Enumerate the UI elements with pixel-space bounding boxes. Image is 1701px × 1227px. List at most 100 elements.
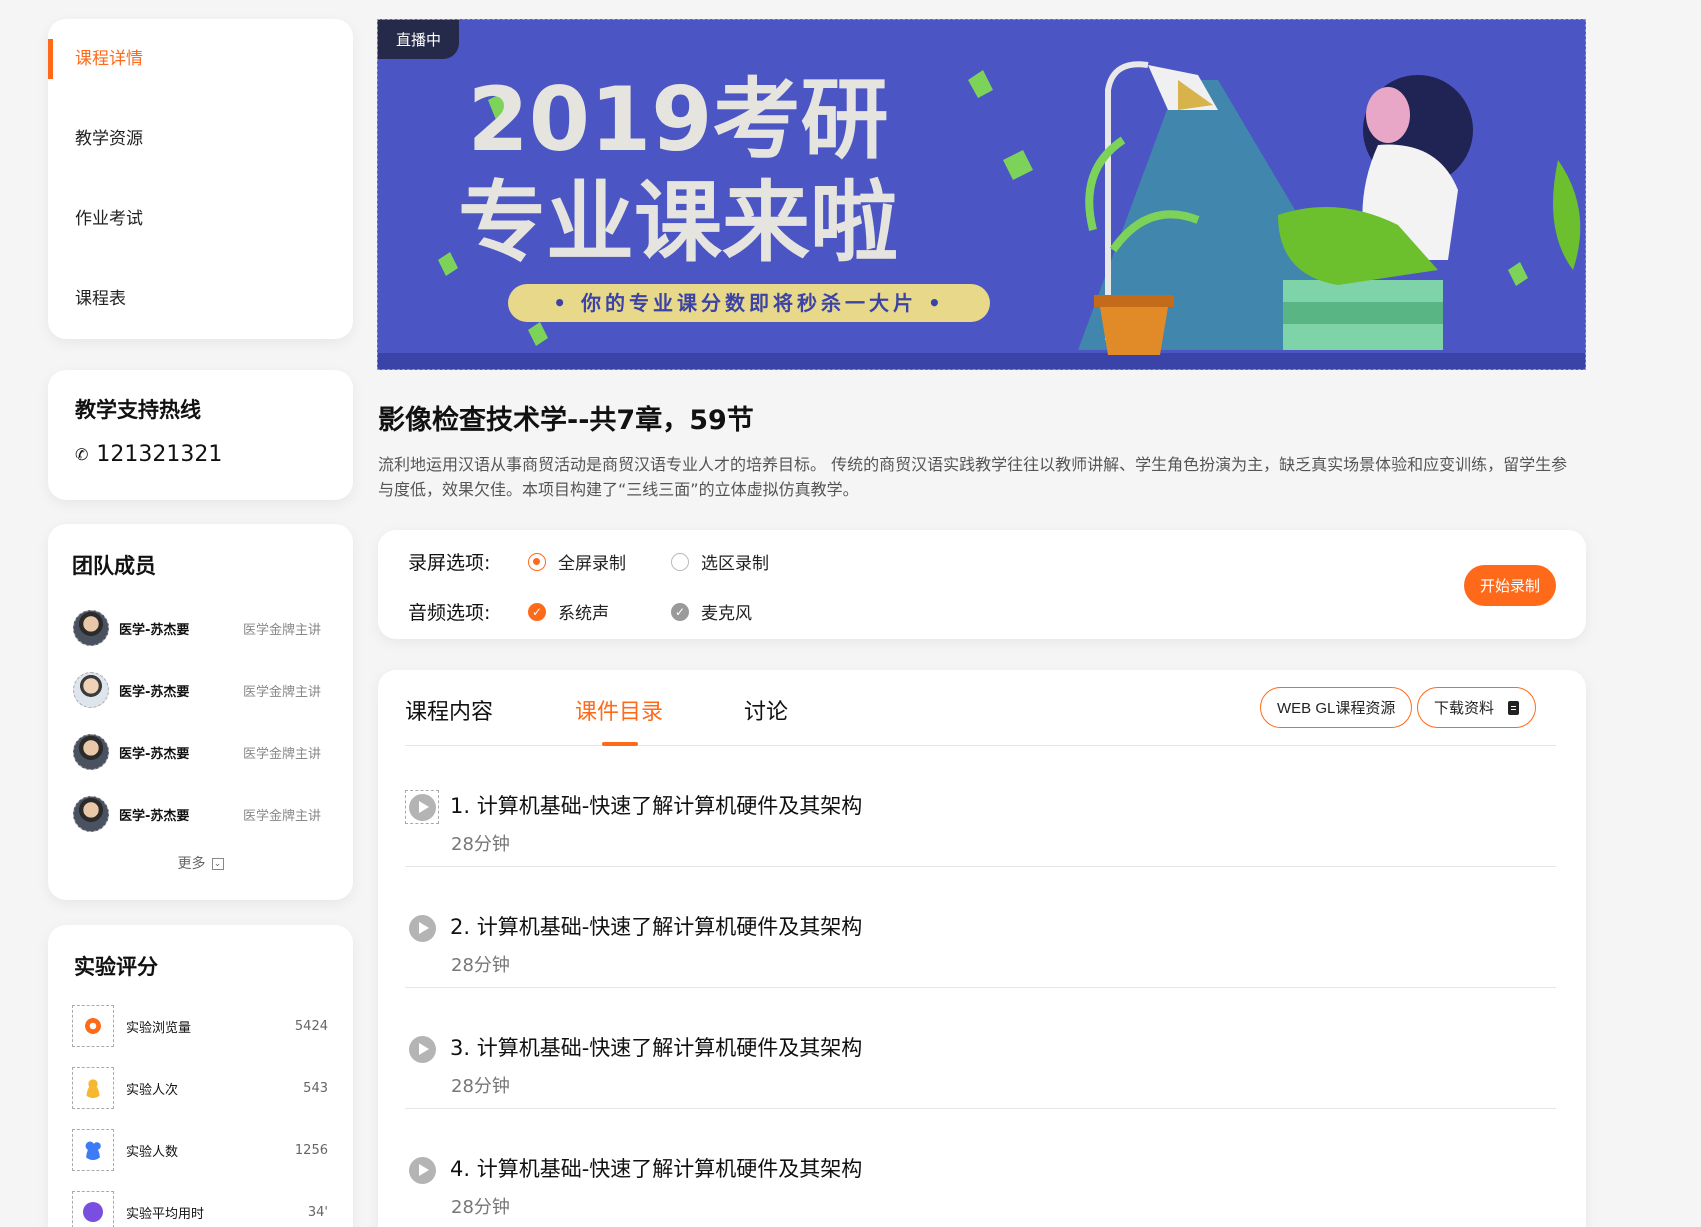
webgl-resources-button[interactable]: WEB GL课程资源: [1260, 687, 1413, 728]
radio-unchecked-icon: [671, 552, 689, 571]
tab-course-content[interactable]: 课程内容: [405, 694, 493, 726]
content-tabs: 课程内容 课件目录 讨论 WEB GL课程资源 下载资料: [405, 670, 1556, 746]
stats-card: 实验评分 实验浏览量 5424 实验人次 543 实验人数 1256 实验平均用…: [48, 925, 353, 1227]
document-icon: [1508, 700, 1520, 715]
sidebar-item-homework-exam[interactable]: 作业考试: [48, 199, 353, 279]
person-icon: [72, 1067, 114, 1109]
stats-list: 实验浏览量 5424 实验人次 543 实验人数 1256 实验平均用时 34': [72, 995, 328, 1227]
lesson-item[interactable]: 4. 计算机基础-快速了解计算机硬件及其架构 28分钟: [405, 1109, 1556, 1227]
audio-options-label: 音频选项:: [408, 602, 491, 624]
radio-checked-icon: [528, 552, 546, 571]
stat-value: 34': [307, 1204, 328, 1220]
eye-icon: [72, 1005, 114, 1047]
screen-options-row: 录屏选项: 全屏录制 选区录制: [408, 548, 769, 575]
record-options-card: 录屏选项: 全屏录制 选区录制 音频选项: ✓ 系统声 ✓ 麦克风 开始录制: [378, 530, 1586, 639]
check-off-icon: ✓: [671, 602, 689, 621]
stat-row: 实验人数 1256: [72, 1119, 328, 1181]
sidebar-item-teaching-resources[interactable]: 教学资源: [48, 119, 353, 199]
team-card: 团队成员 医学-苏杰要 医学金牌主讲 医学-苏杰要 医学金牌主讲 医学-苏杰要 …: [48, 524, 353, 900]
fullscreen-record-radio[interactable]: 全屏录制: [528, 549, 671, 574]
lesson-title: 3. 计算机基础-快速了解计算机硬件及其架构: [450, 1036, 863, 1060]
stat-row: 实验人次 543: [72, 1057, 328, 1119]
screen-options-label: 录屏选项:: [408, 552, 491, 574]
system-audio-label: 系统声: [558, 604, 609, 624]
lesson-item[interactable]: 2. 计算机基础-快速了解计算机硬件及其架构 28分钟: [405, 867, 1556, 988]
stat-row: 实验平均用时 34': [72, 1181, 328, 1227]
download-materials-label: 下载资料: [1434, 700, 1495, 717]
stats-title: 实验评分: [74, 955, 158, 979]
stat-row: 实验浏览量 5424: [72, 995, 328, 1057]
member-role: 医学金牌主讲: [243, 684, 322, 700]
stat-label: 实验人数: [126, 1144, 179, 1160]
lesson-duration: 28分钟: [451, 955, 510, 976]
more-label: 更多: [177, 856, 206, 872]
member-role: 医学金牌主讲: [243, 808, 322, 824]
member-name: 医学-苏杰要: [119, 808, 190, 824]
team-member[interactable]: 医学-苏杰要 医学金牌主讲: [73, 597, 328, 659]
stat-label: 实验浏览量: [126, 1020, 192, 1036]
more-button[interactable]: 更多 ⌄: [73, 853, 328, 873]
hotline-title: 教学支持热线: [75, 398, 201, 422]
avatar: [73, 796, 109, 832]
region-record-radio[interactable]: 选区录制: [671, 549, 769, 574]
play-icon[interactable]: [405, 1032, 439, 1066]
avatar: [73, 610, 109, 646]
banner-headline-1: 2019考研: [468, 68, 889, 171]
member-name: 医学-苏杰要: [119, 684, 190, 700]
lesson-title: 1. 计算机基础-快速了解计算机硬件及其架构: [450, 794, 863, 818]
clock-icon: [72, 1191, 114, 1227]
tab-discussion[interactable]: 讨论: [744, 694, 788, 726]
team-member-list: 医学-苏杰要 医学金牌主讲 医学-苏杰要 医学金牌主讲 医学-苏杰要 医学金牌主…: [73, 597, 328, 845]
member-role: 医学金牌主讲: [243, 622, 322, 638]
lesson-title: 4. 计算机基础-快速了解计算机硬件及其架构: [450, 1157, 863, 1181]
lesson-duration: 28分钟: [451, 1197, 510, 1218]
stat-value: 1256: [294, 1142, 328, 1158]
fullscreen-record-label: 全屏录制: [558, 554, 626, 574]
microphone-label: 麦克风: [701, 604, 752, 624]
system-audio-checkbox[interactable]: ✓ 系统声: [528, 599, 671, 624]
play-icon[interactable]: [405, 911, 439, 945]
course-description: 流利地运用汉语从事商贸活动是商贸汉语专业人才的培养目标。 传统的商贸汉语实践教学…: [378, 455, 1568, 499]
stat-label: 实验人次: [126, 1082, 179, 1098]
lesson-duration: 28分钟: [451, 1076, 510, 1097]
webgl-resources-label: WEB GL课程资源: [1277, 700, 1396, 717]
tab-courseware-catalog[interactable]: 课件目录: [575, 694, 663, 726]
region-record-label: 选区录制: [701, 554, 769, 574]
avatar: [73, 672, 109, 708]
download-materials-button[interactable]: 下载资料: [1417, 687, 1537, 728]
stat-value: 543: [303, 1080, 328, 1096]
team-member[interactable]: 医学-苏杰要 医学金牌主讲: [73, 721, 328, 783]
lesson-title: 2. 计算机基础-快速了解计算机硬件及其架构: [450, 915, 863, 939]
play-icon[interactable]: [405, 1153, 439, 1187]
team-member[interactable]: 医学-苏杰要 医学金牌主讲: [73, 783, 328, 845]
banner-illustration: 2019考研 专业课来啦 • 你的专业课分数即将秒杀一大片 •: [378, 20, 1585, 369]
avatar: [73, 734, 109, 770]
sidebar-item-schedule[interactable]: 课程表: [48, 279, 353, 359]
course-title: 影像检查技术学--共7章，59节: [378, 405, 754, 436]
team-member[interactable]: 医学-苏杰要 医学金牌主讲: [73, 659, 328, 721]
sidebar-item-course-detail[interactable]: 课程详情: [48, 39, 353, 119]
course-banner[interactable]: 2019考研 专业课来啦 • 你的专业课分数即将秒杀一大片 • 直播中: [377, 19, 1586, 370]
phone-number: 121321321: [96, 442, 223, 467]
start-record-button[interactable]: 开始录制: [1463, 565, 1556, 606]
people-icon: [72, 1129, 114, 1171]
sidebar-nav: 课程详情 教学资源 作业考试 课程表: [48, 19, 353, 339]
play-icon[interactable]: [405, 790, 439, 824]
member-name: 医学-苏杰要: [119, 622, 190, 638]
lesson-item[interactable]: 3. 计算机基础-快速了解计算机硬件及其架构 28分钟: [405, 988, 1556, 1109]
member-name: 医学-苏杰要: [119, 746, 190, 762]
live-badge: 直播中: [378, 20, 460, 59]
lesson-item[interactable]: 1. 计算机基础-快速了解计算机硬件及其架构 28分钟: [405, 746, 1556, 867]
audio-options-row: 音频选项: ✓ 系统声 ✓ 麦克风: [408, 598, 752, 625]
chevron-down-icon: ⌄: [211, 858, 224, 870]
hotline-phone: ✆ 121321321: [75, 442, 326, 467]
stat-label: 实验平均用时: [126, 1206, 205, 1222]
course-content-card: 课程内容 课件目录 讨论 WEB GL课程资源 下载资料 1. 计算机基础-快速…: [378, 670, 1586, 1227]
banner-headline-2: 专业课来啦: [458, 171, 898, 274]
banner-tagline: • 你的专业课分数即将秒杀一大片 •: [553, 291, 945, 315]
check-on-icon: ✓: [528, 602, 546, 621]
team-title: 团队成员: [72, 554, 156, 578]
phone-icon: ✆: [75, 445, 89, 464]
hotline-card: 教学支持热线 ✆ 121321321: [48, 370, 353, 500]
microphone-checkbox[interactable]: ✓ 麦克风: [671, 599, 752, 624]
